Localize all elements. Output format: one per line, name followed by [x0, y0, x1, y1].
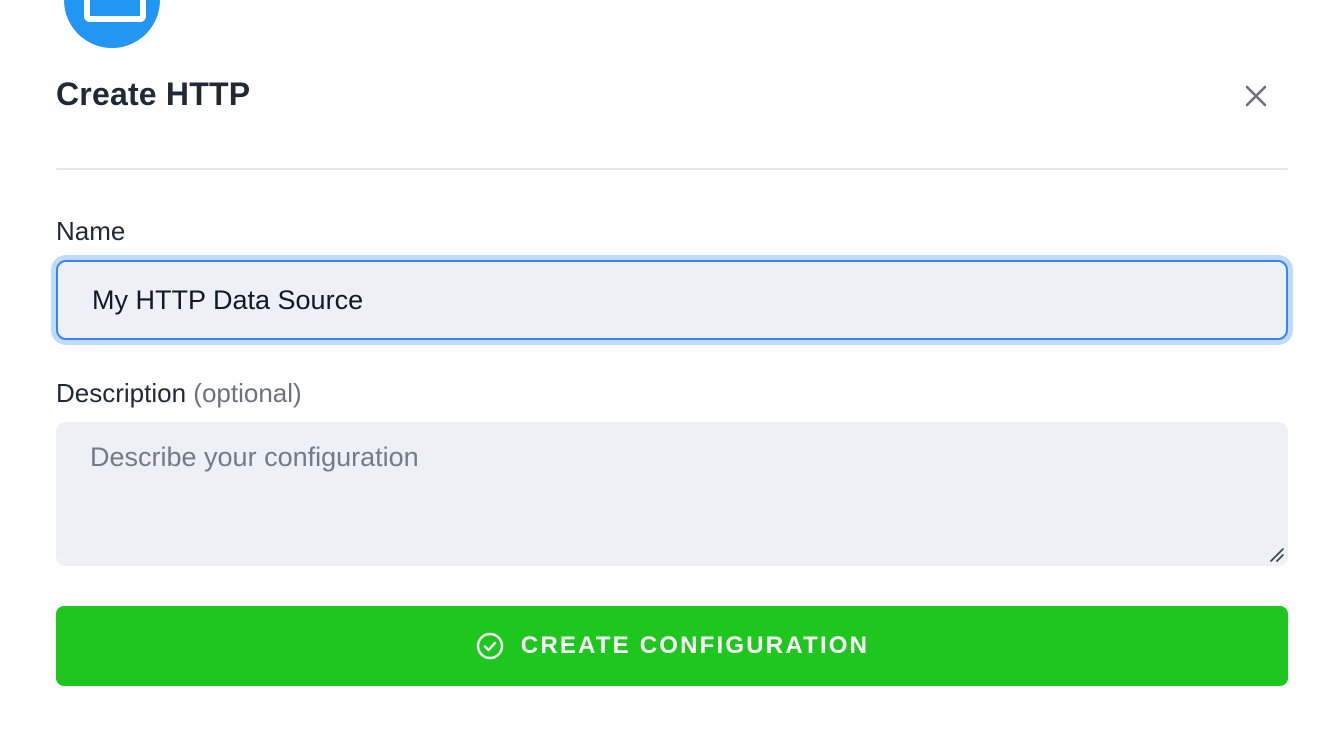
optional-label: (optional): [193, 378, 302, 408]
description-label-text: Description: [56, 378, 187, 408]
description-textarea[interactable]: [56, 422, 1288, 566]
close-button[interactable]: [1236, 76, 1276, 116]
header-divider: [56, 168, 1288, 170]
create-http-dialog: Create HTTP Name Description (optional) …: [0, 0, 1344, 750]
create-configuration-label: CREATE CONFIGURATION: [520, 632, 870, 659]
http-datasource-icon: [64, 0, 160, 48]
name-input[interactable]: [56, 260, 1288, 340]
create-configuration-button[interactable]: CREATE CONFIGURATION: [56, 606, 1288, 686]
close-icon: [1245, 85, 1267, 107]
check-circle-icon: [476, 632, 503, 660]
name-label: Name: [56, 216, 126, 246]
dialog-title: Create HTTP: [56, 76, 251, 112]
description-label: Description (optional): [56, 378, 302, 409]
resize-handle-icon[interactable]: [1268, 546, 1284, 562]
